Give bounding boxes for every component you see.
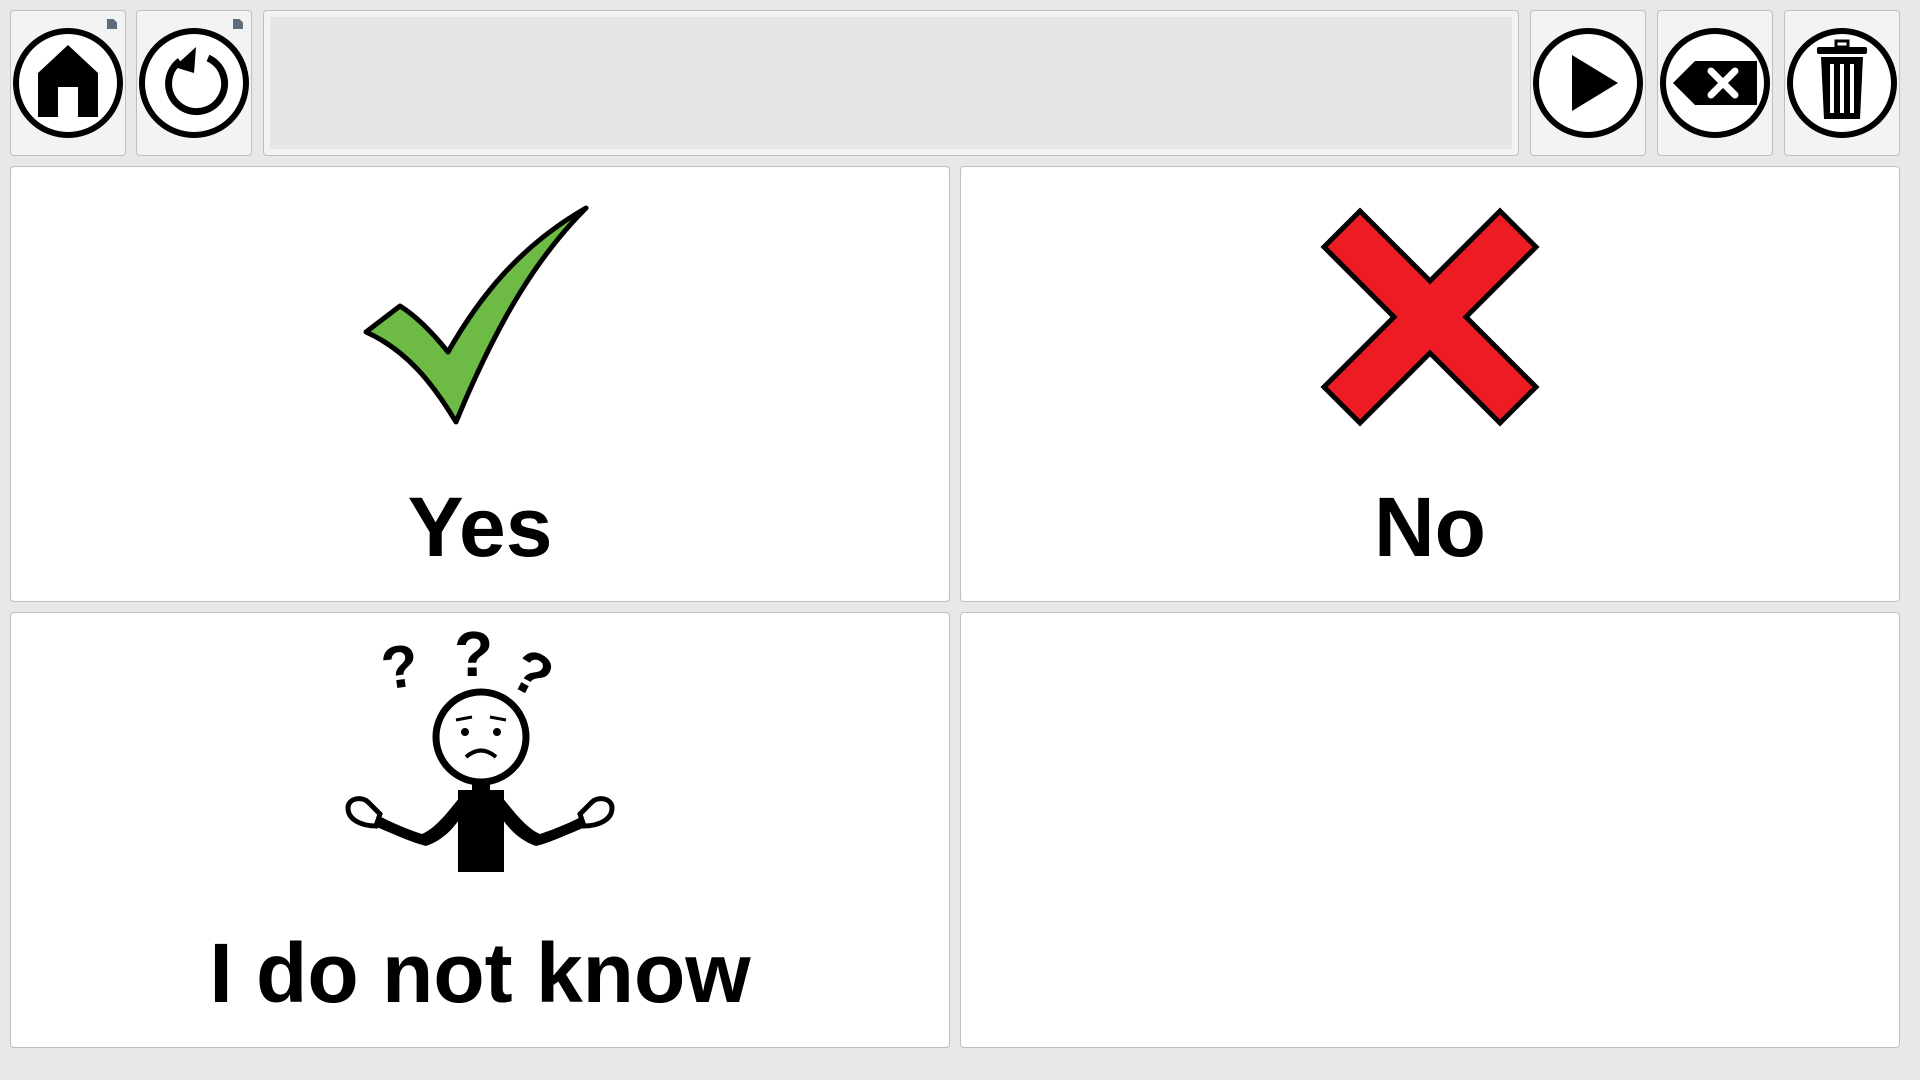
svg-text:?: ? — [454, 622, 493, 690]
play-icon — [1533, 28, 1643, 138]
home-icon — [13, 28, 123, 138]
back-arrow-icon — [139, 28, 249, 138]
back-button[interactable] — [136, 10, 252, 156]
aac-board: Yes No ? ? ? I do not know — [0, 0, 1920, 1080]
cell-empty[interactable] — [960, 612, 1900, 1048]
cell-yes[interactable]: Yes — [10, 166, 950, 602]
toolbar — [10, 10, 1900, 156]
trash-icon — [1787, 28, 1897, 138]
checkmark-icon — [363, 205, 589, 425]
folder-corner-icon — [107, 19, 117, 29]
red-x-icon — [1320, 207, 1540, 427]
cell-i-do-not-know[interactable]: ? ? ? I do not know — [10, 612, 950, 1048]
svg-text:?: ? — [377, 631, 423, 702]
home-button[interactable] — [10, 10, 126, 156]
message-bar[interactable] — [263, 10, 1519, 156]
cell-label: Yes — [407, 480, 553, 574]
cell-no[interactable]: No — [960, 166, 1900, 602]
speak-button[interactable] — [1530, 10, 1646, 156]
clear-button[interactable] — [1784, 10, 1900, 156]
backspace-icon — [1660, 28, 1770, 138]
cell-label: I do not know — [209, 926, 751, 1020]
confused-person-icon: ? ? ? — [345, 622, 615, 872]
backspace-button[interactable] — [1657, 10, 1773, 156]
folder-corner-icon — [233, 19, 243, 29]
message-text — [270, 17, 1512, 149]
cell-label: No — [1374, 480, 1486, 574]
